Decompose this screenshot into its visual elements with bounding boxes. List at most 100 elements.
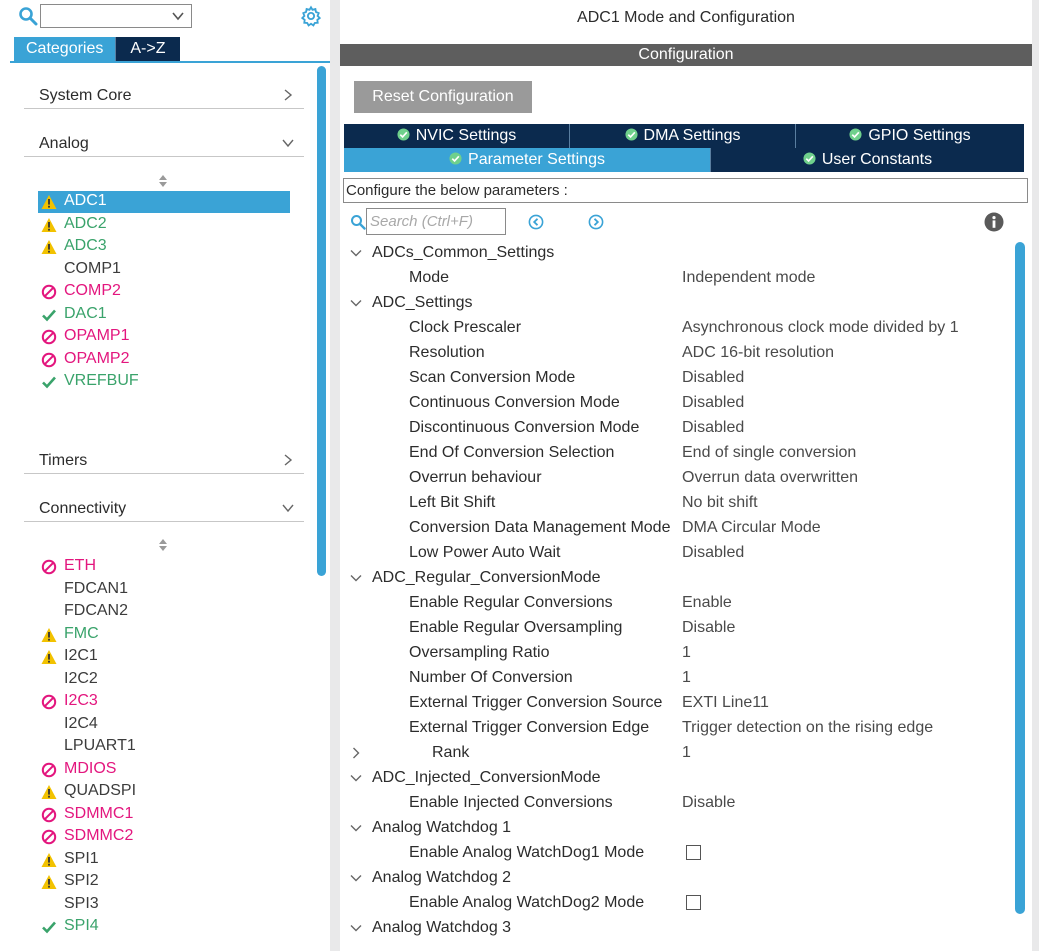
param-value[interactable]: Overrun data overwritten <box>682 465 858 490</box>
category-connectivity[interactable]: Connectivity <box>24 492 304 522</box>
tree-group[interactable]: Analog Watchdog 1 <box>340 815 1010 840</box>
peripheral-item-fmc[interactable]: FMC <box>38 624 290 646</box>
peripheral-search-combo[interactable] <box>40 4 192 28</box>
chevron-down-icon[interactable] <box>350 872 362 884</box>
tab-user-constants[interactable]: User Constants <box>711 148 1024 172</box>
sort-icon[interactable] <box>157 173 169 189</box>
peripheral-item-fdcan1[interactable]: FDCAN1 <box>38 579 290 601</box>
param-value[interactable]: End of single conversion <box>682 440 856 465</box>
peripheral-item-adc1[interactable]: ADC1 <box>38 191 290 213</box>
tab-a-to-z[interactable]: A->Z <box>115 37 180 61</box>
peripheral-item-adc2[interactable]: ADC2 <box>38 214 290 236</box>
disabled-icon <box>41 284 57 300</box>
param-value[interactable]: Enable <box>682 590 732 615</box>
peripheral-item-i2c1[interactable]: I2C1 <box>38 646 290 668</box>
param-value[interactable]: 1 <box>682 640 691 665</box>
peripheral-item-sdmmc1[interactable]: SDMMC1 <box>38 804 290 826</box>
peripheral-item-comp2[interactable]: COMP2 <box>38 281 290 303</box>
peripheral-item-quadspi[interactable]: QUADSPI <box>38 781 290 803</box>
category-timers[interactable]: Timers <box>24 444 304 474</box>
param-value[interactable]: Disabled <box>682 390 744 415</box>
peripheral-item-spi3[interactable]: SPI3 <box>38 894 290 916</box>
tab-parameter-settings[interactable]: Parameter Settings <box>344 148 711 172</box>
peripheral-item-dac1[interactable]: DAC1 <box>38 304 290 326</box>
peripheral-item-lpuart1[interactable]: LPUART1 <box>38 736 290 758</box>
chevron-down-icon[interactable] <box>171 9 185 23</box>
param-value[interactable]: ADC 16-bit resolution <box>682 340 834 365</box>
left-scrollbar-thumb[interactable] <box>317 66 326 576</box>
peripheral-item-sdmmc2[interactable]: SDMMC2 <box>38 826 290 848</box>
param-checkbox[interactable] <box>686 895 701 910</box>
param-value[interactable]: DMA Circular Mode <box>682 515 821 540</box>
tab-categories[interactable]: Categories <box>14 37 116 61</box>
tree-group[interactable]: ADC_Regular_ConversionMode <box>340 565 1010 590</box>
group-label: Analog Watchdog 2 <box>372 869 512 886</box>
chevron-right-icon[interactable] <box>282 454 294 466</box>
tree-param: Overrun behaviour Overrun data overwritte… <box>340 465 1010 490</box>
tab-nvic-settings[interactable]: NVIC Settings <box>344 124 570 148</box>
peripheral-item-comp1[interactable]: COMP1 <box>38 259 290 281</box>
peripheral-label: I2C1 <box>64 647 98 664</box>
chevron-down-icon[interactable] <box>350 247 362 259</box>
chevron-right-icon[interactable] <box>350 747 362 759</box>
category-system-core[interactable]: System Core <box>24 79 304 109</box>
search-icon[interactable] <box>18 6 38 26</box>
category-analog[interactable]: Analog <box>24 127 304 157</box>
tree-group[interactable]: Analog Watchdog 2 <box>340 865 1010 890</box>
search-icon[interactable] <box>350 214 366 230</box>
chevron-right-icon[interactable] <box>282 89 294 101</box>
parameter-search-input[interactable]: Search (Ctrl+F) <box>366 208 506 235</box>
param-value[interactable]: Disabled <box>682 415 744 440</box>
info-icon[interactable] <box>984 212 1004 232</box>
peripheral-item-i2c3[interactable]: I2C3 <box>38 691 290 713</box>
param-value[interactable]: Trigger detection on the rising edge <box>682 715 933 740</box>
tree-group[interactable]: ADC_Injected_ConversionMode <box>340 765 1010 790</box>
param-value[interactable]: Asynchronous clock mode divided by 1 <box>682 315 959 340</box>
chevron-down-icon[interactable] <box>350 922 362 934</box>
param-label: Enable Regular Conversions <box>409 594 613 611</box>
peripheral-item-opamp2[interactable]: OPAMP2 <box>38 349 290 371</box>
tree-group[interactable]: ADCs_Common_Settings <box>340 240 1010 265</box>
tab-gpio-settings[interactable]: GPIO Settings <box>796 124 1024 148</box>
peripheral-item-mdios[interactable]: MDIOS <box>38 759 290 781</box>
left-pane: Categories A->Z System Core Analog ADC1 A… <box>0 0 330 951</box>
sort-icon[interactable] <box>157 537 169 553</box>
peripheral-item-i2c4[interactable]: I2C4 <box>38 714 290 736</box>
param-value[interactable]: Disable <box>682 615 735 640</box>
peripheral-item-opamp1[interactable]: OPAMP1 <box>38 326 290 348</box>
previous-match-icon[interactable] <box>528 214 544 230</box>
chevron-down-icon[interactable] <box>350 572 362 584</box>
param-value[interactable]: 1 <box>682 665 691 690</box>
param-value[interactable]: Disabled <box>682 540 744 565</box>
parameter-scrollbar-thumb[interactable] <box>1015 242 1025 914</box>
chevron-down-icon[interactable] <box>350 772 362 784</box>
chevron-down-icon[interactable] <box>282 502 294 514</box>
reset-configuration-button[interactable]: Reset Configuration <box>354 81 532 113</box>
chevron-down-icon[interactable] <box>282 137 294 149</box>
peripheral-label: FDCAN1 <box>64 579 129 597</box>
chevron-down-icon[interactable] <box>350 297 362 309</box>
param-value[interactable]: EXTI Line11 <box>682 690 769 715</box>
tree-group[interactable]: ADC_Settings <box>340 290 1010 315</box>
param-value[interactable]: Disable <box>682 790 735 815</box>
param-checkbox[interactable] <box>686 845 701 860</box>
peripheral-item-adc3[interactable]: ADC3 <box>38 236 290 258</box>
peripheral-item-fdcan2[interactable]: FDCAN2 <box>38 601 290 623</box>
param-value[interactable]: Disabled <box>682 365 744 390</box>
peripheral-item-spi2[interactable]: SPI2 <box>38 871 290 893</box>
next-match-icon[interactable] <box>588 214 604 230</box>
param-value[interactable]: No bit shift <box>682 490 758 515</box>
param-value[interactable]: 1 <box>682 740 691 765</box>
tree-group[interactable]: Analog Watchdog 3 <box>340 915 1010 940</box>
peripheral-item-vrefbuf[interactable]: VREFBUF <box>38 371 290 393</box>
peripheral-item-spi4[interactable]: SPI4 <box>38 916 290 938</box>
tab-dma-settings[interactable]: DMA Settings <box>570 124 796 148</box>
tree-subgroup[interactable]: Rank 1 <box>340 740 1010 765</box>
param-value[interactable]: Independent mode <box>682 265 815 290</box>
gear-icon[interactable] <box>300 5 322 27</box>
peripheral-item-i2c2[interactable]: I2C2 <box>38 669 290 691</box>
peripheral-item-eth[interactable]: ETH <box>38 556 290 578</box>
peripheral-item-spi1[interactable]: SPI1 <box>38 849 290 871</box>
group-label: ADC_Regular_ConversionMode <box>372 569 601 586</box>
chevron-down-icon[interactable] <box>350 822 362 834</box>
